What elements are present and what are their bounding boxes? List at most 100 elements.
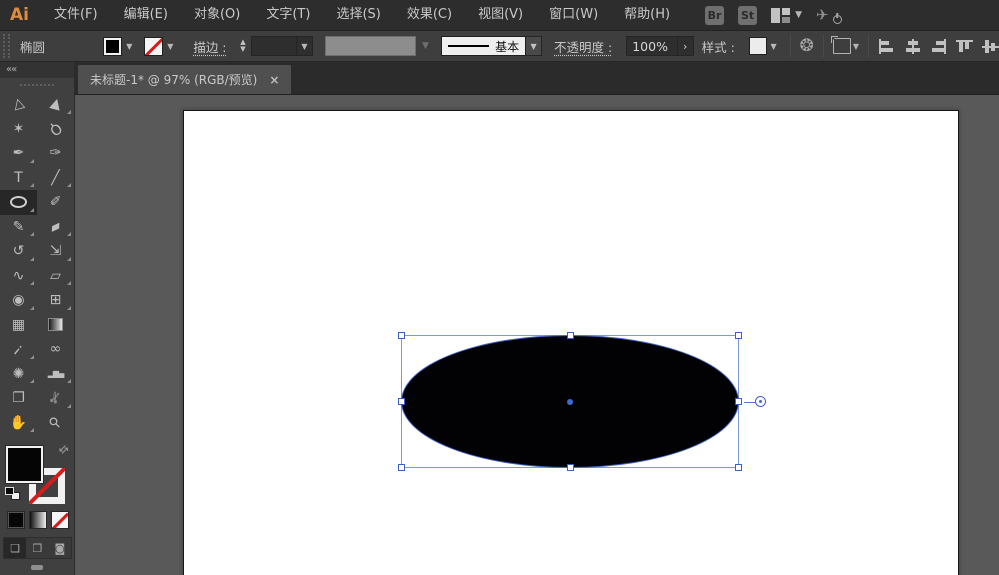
- line-segment-tool[interactable]: ╱: [37, 166, 74, 191]
- chevron-down-icon[interactable]: ▼: [122, 37, 136, 56]
- tools-panel-grip[interactable]: [0, 78, 74, 92]
- bridge-icon[interactable]: Br: [705, 6, 724, 25]
- direct-selection-tool[interactable]: ▶: [37, 92, 74, 117]
- gradient-tool[interactable]: [37, 313, 74, 338]
- panel-grip[interactable]: [3, 34, 10, 58]
- stroke-weight-stepper[interactable]: ▲ ▼: [237, 36, 250, 56]
- brush-definition-dropdown[interactable]: 基本: [441, 36, 526, 56]
- opacity-panel-link[interactable]: 不透明度 :: [554, 37, 612, 56]
- vertical-align-center-icon[interactable]: [982, 39, 999, 54]
- eraser-tool[interactable]: ▰: [37, 215, 74, 240]
- selection-tool[interactable]: ▷: [0, 92, 37, 117]
- curvature-tool[interactable]: ✑: [37, 141, 74, 166]
- handle-top-left[interactable]: [398, 332, 405, 339]
- opacity-forward-button[interactable]: ›: [678, 36, 694, 56]
- selection-bounding-box[interactable]: [401, 335, 739, 468]
- handle-bottom-right[interactable]: [735, 464, 742, 471]
- width-tool[interactable]: ∿: [0, 264, 37, 289]
- horizontal-align-right-icon[interactable]: [930, 39, 947, 54]
- color-button[interactable]: [7, 511, 25, 529]
- screen-mode-button[interactable]: [31, 565, 43, 570]
- stroke-color-control[interactable]: ▼: [144, 37, 177, 56]
- free-transform-tool[interactable]: ▱: [37, 264, 74, 289]
- draw-inside-mode[interactable]: ◙: [49, 538, 71, 558]
- swap-fill-stroke-icon[interactable]: ⇆: [56, 442, 72, 458]
- fill-color-control[interactable]: ▼: [103, 37, 136, 56]
- gpu-performance-icon[interactable]: ✈: [816, 5, 842, 25]
- vertical-align-top-icon[interactable]: [956, 39, 973, 54]
- chevron-down-icon: ▼: [795, 10, 802, 20]
- lasso-tool[interactable]: Ϙ: [37, 117, 74, 142]
- chevron-down-icon[interactable]: ▼: [163, 37, 177, 56]
- rotate-tool[interactable]: ↺: [0, 239, 37, 264]
- gradient-button[interactable]: [29, 511, 47, 529]
- horizontal-align-center-icon[interactable]: [904, 39, 921, 54]
- document-tab-bar: 未标题-1* @ 97% (RGB/预览) ×: [75, 62, 999, 95]
- symbol-sprayer-tool[interactable]: ✺: [0, 362, 37, 387]
- draw-normal-mode[interactable]: ❑: [4, 538, 26, 558]
- horizontal-align-left-icon[interactable]: [878, 39, 895, 54]
- menu-item-file[interactable]: 文件(F): [41, 0, 111, 30]
- fill-color-swatch[interactable]: [103, 37, 122, 56]
- artboard-tool[interactable]: ❐: [0, 386, 37, 411]
- chevron-down-icon[interactable]: ▼: [767, 37, 781, 56]
- menu-item-window[interactable]: 窗口(W): [536, 0, 611, 30]
- ellipse-tool[interactable]: [0, 190, 37, 215]
- document-setup-control[interactable]: ▼: [833, 38, 859, 54]
- stroke-panel-link[interactable]: 描边 :: [193, 37, 226, 56]
- pen-tool[interactable]: ✒: [0, 141, 37, 166]
- zoom-tool[interactable]: ⚲: [37, 411, 74, 436]
- menu-bar: Ai 文件(F)编辑(E)对象(O)文字(T)选择(S)效果(C)视图(V)窗口…: [0, 0, 999, 30]
- fill-proxy-swatch[interactable]: [6, 446, 43, 483]
- perspective-grid-tool[interactable]: ⊞: [37, 288, 74, 313]
- scale-tool[interactable]: ⇲: [37, 239, 74, 264]
- handle-top-center[interactable]: [567, 332, 574, 339]
- opacity-input[interactable]: 100%: [626, 36, 678, 56]
- handle-middle-left[interactable]: [398, 398, 405, 405]
- eyedropper-tool[interactable]: ¡: [0, 337, 37, 362]
- paintbrush-tool[interactable]: ✐: [37, 190, 74, 215]
- column-graph-tool[interactable]: ▂▆▄: [37, 362, 74, 387]
- width-profile-dropdown[interactable]: [325, 36, 416, 56]
- mesh-tool[interactable]: ▦: [0, 313, 37, 338]
- stock-icon[interactable]: St: [738, 6, 757, 25]
- stroke-color-swatch[interactable]: [144, 37, 163, 56]
- blend-tool[interactable]: ∞: [37, 337, 74, 362]
- color-buttons: [0, 507, 74, 529]
- type-tool[interactable]: T: [0, 166, 37, 191]
- default-fill-stroke-icon[interactable]: [5, 487, 20, 500]
- menu-item-view[interactable]: 视图(V): [465, 0, 536, 30]
- shape-builder-tool[interactable]: ◉: [0, 288, 37, 313]
- magic-wand-tool[interactable]: ✶: [0, 117, 37, 142]
- chevron-down-icon[interactable]: ▼: [526, 36, 542, 56]
- none-button[interactable]: [51, 511, 69, 529]
- document-tab[interactable]: 未标题-1* @ 97% (RGB/预览) ×: [78, 65, 291, 94]
- chevron-down-icon[interactable]: ▼: [297, 36, 313, 56]
- hand-tool[interactable]: ✋: [0, 411, 37, 436]
- collapse-panel-button[interactable]: ««: [0, 62, 74, 78]
- menu-item-effect[interactable]: 效果(C): [394, 0, 465, 30]
- center-point[interactable]: [567, 399, 573, 405]
- graphic-style-swatch[interactable]: [749, 37, 767, 55]
- recolor-artwork-icon[interactable]: ❂: [800, 36, 814, 56]
- hand-icon: ✋: [10, 416, 27, 430]
- stroke-weight-input[interactable]: [251, 36, 297, 56]
- shape-builder-icon: ◉: [12, 293, 24, 307]
- live-shape-widget-icon[interactable]: [755, 396, 766, 407]
- workspace-layout-control[interactable]: ▼: [771, 8, 802, 23]
- menu-item-edit[interactable]: 编辑(E): [111, 0, 181, 30]
- pencil-tool[interactable]: ✎: [0, 215, 37, 240]
- draw-behind-mode[interactable]: ❒: [26, 538, 48, 558]
- handle-bottom-left[interactable]: [398, 464, 405, 471]
- canvas[interactable]: [75, 95, 999, 575]
- handle-middle-right[interactable]: [735, 398, 742, 405]
- tab-close-icon[interactable]: ×: [269, 73, 279, 87]
- menu-item-help[interactable]: 帮助(H): [611, 0, 683, 30]
- menu-item-type[interactable]: 文字(T): [253, 0, 323, 30]
- handle-bottom-center[interactable]: [567, 464, 574, 471]
- slice-tool[interactable]: ✄: [37, 386, 74, 411]
- menu-item-object[interactable]: 对象(O): [181, 0, 253, 30]
- handle-top-right[interactable]: [735, 332, 742, 339]
- stepper-down-icon[interactable]: ▼: [240, 46, 245, 53]
- menu-item-select[interactable]: 选择(S): [323, 0, 393, 30]
